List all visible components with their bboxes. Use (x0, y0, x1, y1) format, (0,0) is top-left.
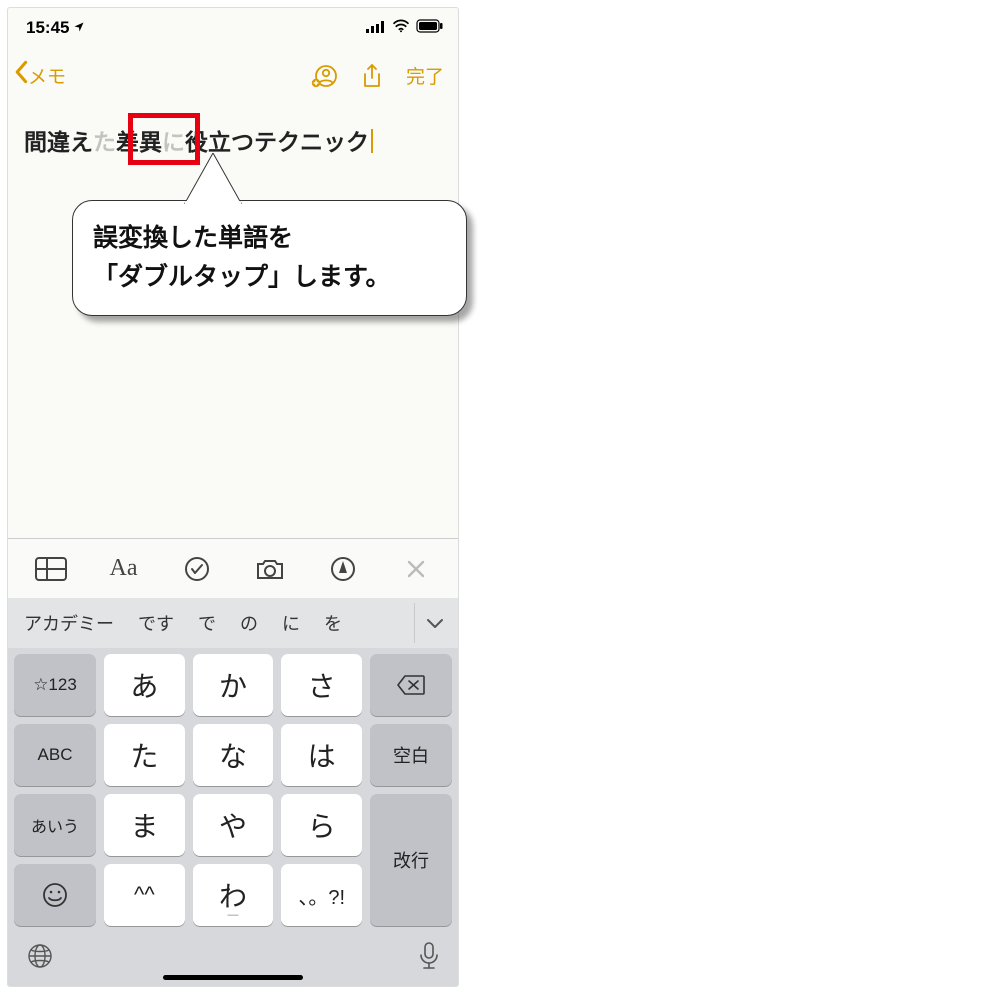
mic-icon[interactable] (418, 941, 440, 976)
key-num-mode[interactable]: ☆123 (14, 654, 96, 716)
key-abc-mode[interactable]: ABC (14, 724, 96, 786)
title-highlighted-word: 差異 (116, 129, 162, 155)
key-ka[interactable]: か (193, 654, 274, 716)
callout-line-2: 「ダブルタップ」します。 (93, 258, 446, 297)
key-ha[interactable]: は (281, 724, 362, 786)
camera-icon[interactable] (240, 547, 300, 591)
key-ta[interactable]: た (104, 724, 185, 786)
candidate-3[interactable]: の (228, 610, 270, 636)
wifi-icon (392, 18, 410, 38)
key-enter[interactable]: 改行 (370, 794, 452, 926)
back-button[interactable]: メモ (14, 60, 310, 91)
annotation-callout: 誤変換した単語を 「ダブルタップ」します。 (72, 200, 467, 316)
candidate-4[interactable]: に (270, 610, 312, 636)
callout-pointer-icon (183, 153, 243, 205)
key-wa[interactable]: わ — (193, 864, 274, 926)
done-button[interactable]: 完了 (406, 62, 444, 89)
key-space[interactable]: 空白 (370, 724, 452, 786)
location-icon (73, 18, 85, 38)
table-icon[interactable] (21, 547, 81, 591)
title-part-1: 間違え (24, 129, 93, 155)
candidate-bar: アカデミー です で の に を (8, 598, 458, 648)
note-title[interactable]: 間違えた差異に役立つテクニック (24, 123, 442, 157)
checklist-icon[interactable] (167, 547, 227, 591)
keyboard-toolbar: Aa (8, 538, 458, 598)
markup-icon[interactable] (313, 547, 373, 591)
title-part-3: 役立つテクニック (185, 129, 369, 155)
signal-icon (366, 18, 386, 38)
key-a[interactable]: あ (104, 654, 185, 716)
candidate-1[interactable]: です (126, 610, 186, 636)
share-icon[interactable] (360, 62, 384, 90)
key-sa[interactable]: さ (281, 654, 362, 716)
close-toolbar-icon[interactable] (386, 547, 446, 591)
key-ra[interactable]: ら (281, 794, 362, 856)
candidate-expand-icon[interactable] (414, 603, 454, 643)
key-punct[interactable]: 、。?! (281, 864, 362, 926)
status-bar: 15:45 (8, 8, 458, 48)
key-kaomoji[interactable]: ^^ (104, 864, 185, 926)
candidate-0[interactable]: アカデミー (12, 610, 126, 636)
key-ma[interactable]: ま (104, 794, 185, 856)
key-kana-mode[interactable]: あいう (14, 794, 96, 856)
globe-icon[interactable] (26, 942, 54, 975)
key-delete[interactable] (370, 654, 452, 716)
key-ya[interactable]: や (193, 794, 274, 856)
battery-icon (416, 18, 444, 38)
status-time: 15:45 (26, 18, 69, 38)
key-emoji[interactable] (14, 864, 96, 926)
callout-line-1: 誤変換した単語を (93, 219, 446, 258)
candidate-5[interactable]: を (312, 610, 354, 636)
back-label: メモ (28, 62, 66, 89)
add-person-icon[interactable] (310, 62, 338, 90)
candidate-2[interactable]: で (186, 610, 228, 636)
home-indicator[interactable] (163, 975, 303, 980)
keyboard: ☆123 あ か さ ABC た な は 空白 (8, 648, 458, 986)
nav-bar: メモ 完了 (8, 48, 458, 103)
text-cursor (371, 129, 373, 153)
text-format-icon[interactable]: Aa (94, 547, 154, 591)
key-na[interactable]: な (193, 724, 274, 786)
